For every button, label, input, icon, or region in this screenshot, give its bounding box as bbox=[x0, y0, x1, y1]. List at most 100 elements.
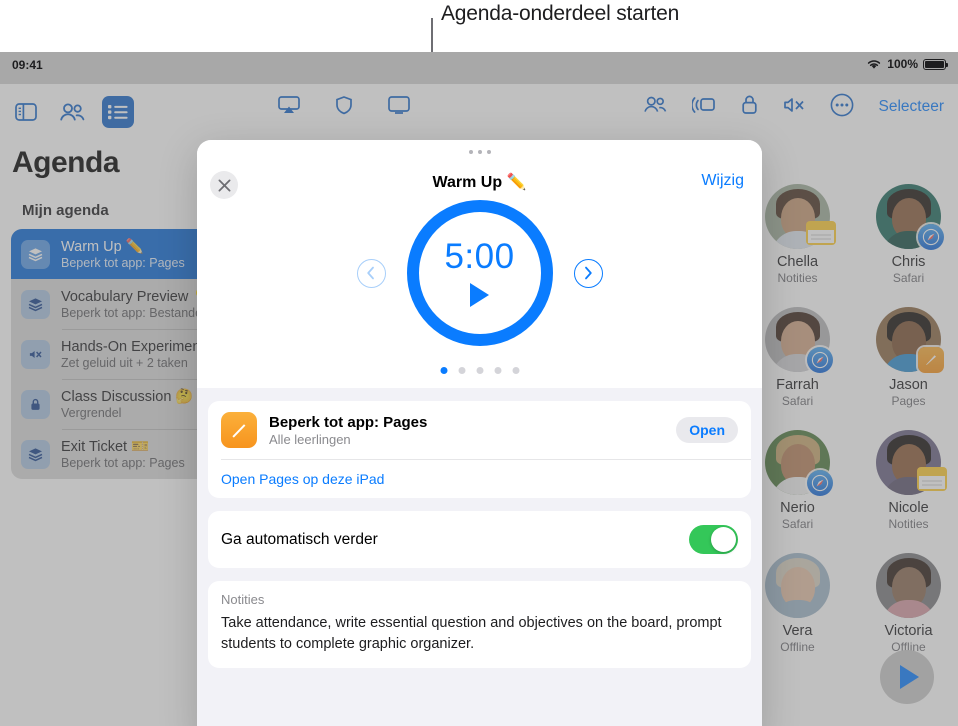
student-card-victoria[interactable]: Victoria Offline bbox=[859, 553, 958, 654]
student-card-nicole[interactable]: Nicole Notities bbox=[859, 430, 958, 531]
avatar-wrap bbox=[876, 184, 944, 250]
agenda-item-title: Warm Up ✏️ bbox=[61, 239, 144, 255]
play-button[interactable] bbox=[880, 650, 934, 704]
agenda-item-texts: Exit Ticket 🎫 Beperk tot app: Pages bbox=[61, 438, 185, 470]
sidebar-toggle-icon[interactable] bbox=[10, 96, 42, 128]
agenda-item-texts: Warm Up ✏️ Beperk tot app: Pages bbox=[61, 238, 185, 270]
student-card-vera[interactable]: Vera Offline bbox=[748, 553, 847, 654]
safari-icon bbox=[807, 470, 833, 496]
student-card-chris[interactable]: Chris Safari bbox=[859, 184, 958, 285]
sheet-header: Warm Up ✏️ Wijzig 5:00 bbox=[197, 140, 762, 388]
status-bar: 09:41 100% bbox=[0, 52, 958, 84]
student-card-chella[interactable]: Chella Notities bbox=[748, 184, 847, 285]
mute-icon[interactable] bbox=[783, 95, 805, 120]
student-grid: Chella Notities Chris Safari Farrah Safa… bbox=[748, 184, 958, 654]
pages-icon bbox=[918, 347, 944, 373]
edit-button[interactable]: Wijzig bbox=[701, 172, 744, 190]
student-name: Victoria bbox=[884, 623, 933, 639]
class-toolbar-left bbox=[278, 95, 410, 120]
notes-card[interactable]: Notities Take attendance, write essentia… bbox=[208, 581, 751, 669]
page-dots[interactable] bbox=[440, 367, 519, 374]
app-restriction-card: Beperk tot app: Pages Alle leerlingen Op… bbox=[208, 401, 751, 498]
open-button[interactable]: Open bbox=[676, 417, 738, 443]
app-restriction-subtitle: Alle leerlingen bbox=[269, 431, 351, 447]
notes-icon bbox=[806, 221, 836, 245]
agenda-item-subtitle: Vergrendel bbox=[61, 406, 122, 420]
broadcast-icon[interactable] bbox=[690, 96, 716, 119]
student-name: Chella bbox=[776, 254, 819, 270]
auto-advance-toggle[interactable] bbox=[689, 525, 738, 554]
student-status: Notities bbox=[777, 271, 818, 285]
chevron-right-icon[interactable] bbox=[573, 258, 603, 288]
agenda-list-icon[interactable] bbox=[102, 96, 134, 128]
class-people-icon[interactable] bbox=[56, 96, 88, 128]
student-card-jason[interactable]: Jason Pages bbox=[859, 307, 958, 408]
class-toolbar: Selecteer bbox=[258, 84, 958, 130]
agenda-item-subtitle: Beperk tot app: Pages bbox=[61, 456, 185, 470]
battery-percent-label: 100% bbox=[887, 57, 918, 71]
student-name: Nicole bbox=[888, 500, 929, 516]
student-status: Notities bbox=[888, 517, 929, 531]
student-status: Safari bbox=[781, 517, 814, 531]
sidebar-section-title: Mijn agenda bbox=[22, 202, 109, 219]
avatar-wrap bbox=[876, 430, 947, 495]
auto-advance-row: Ga automatisch verder bbox=[208, 511, 751, 568]
app-row: Beperk tot app: Pages Alle leerlingen Op… bbox=[208, 401, 751, 459]
page-title: Agenda bbox=[12, 146, 120, 179]
timer-ring[interactable]: 5:00 bbox=[406, 200, 553, 346]
student-name: Jason bbox=[889, 377, 928, 393]
pages-icon bbox=[221, 412, 257, 448]
student-status: Safari bbox=[892, 271, 925, 285]
sheet-grabber[interactable] bbox=[468, 150, 491, 154]
layers-icon bbox=[21, 239, 50, 269]
avatar-wrap bbox=[765, 430, 833, 496]
student-card-farrah[interactable]: Farrah Safari bbox=[748, 307, 847, 408]
screen-icon[interactable] bbox=[388, 95, 410, 119]
class-toolbar-right: Selecteer bbox=[643, 93, 944, 122]
agenda-item-detail-sheet: Warm Up ✏️ Wijzig 5:00 Beperk tot app: P… bbox=[197, 140, 762, 726]
agenda-item-subtitle: Beperk tot app: Pages bbox=[61, 256, 185, 270]
avatar-wrap bbox=[765, 184, 836, 249]
student-status: Safari bbox=[781, 394, 814, 408]
agenda-item-title: Exit Ticket 🎫 bbox=[61, 439, 150, 455]
avatar bbox=[765, 553, 830, 618]
screenshot-root: Agenda-onderdeel starten 09:41 100% Agen… bbox=[0, 0, 958, 726]
shield-icon[interactable] bbox=[334, 95, 354, 120]
safari-icon bbox=[807, 347, 833, 373]
lock-icon bbox=[21, 389, 50, 419]
safari-icon bbox=[918, 224, 944, 250]
open-app-link[interactable]: Open Pages op deze iPad bbox=[208, 460, 751, 498]
student-name: Farrah bbox=[776, 377, 819, 393]
auto-advance-card: Ga automatisch verder bbox=[208, 511, 751, 568]
layers-icon bbox=[21, 289, 50, 319]
student-status: Offline bbox=[780, 640, 815, 654]
avatar-wrap bbox=[876, 553, 941, 618]
notes-text: Take attendance, write essential questio… bbox=[221, 615, 722, 652]
chevron-left-icon[interactable] bbox=[356, 258, 386, 288]
timer-value: 5:00 bbox=[444, 237, 515, 276]
auto-advance-label: Ga automatisch verder bbox=[221, 530, 378, 548]
sheet-title: Warm Up ✏️ bbox=[432, 174, 527, 191]
agenda-item-title: Vocabulary Preview 💡 bbox=[61, 289, 211, 305]
play-icon[interactable] bbox=[470, 283, 489, 307]
timer-area: 5:00 bbox=[197, 200, 762, 346]
callout-label: Agenda-onderdeel starten bbox=[441, 2, 680, 25]
close-icon[interactable] bbox=[210, 171, 238, 199]
layers-icon bbox=[21, 439, 50, 469]
lock-icon[interactable] bbox=[741, 94, 758, 120]
app-restriction-title: Beperk tot app: Pages bbox=[269, 413, 428, 431]
mute-icon bbox=[21, 339, 50, 369]
status-bar-right: 100% bbox=[866, 57, 948, 71]
status-bar-time: 09:41 bbox=[12, 58, 43, 72]
people-icon[interactable] bbox=[643, 96, 667, 118]
avatar-wrap bbox=[765, 307, 833, 373]
select-button[interactable]: Selecteer bbox=[879, 98, 944, 116]
ipad-screen: 09:41 100% Agenda Mijn agenda Warm Up ✏️… bbox=[0, 52, 958, 726]
student-card-nerio[interactable]: Nerio Safari bbox=[748, 430, 847, 531]
student-name: Vera bbox=[782, 623, 813, 639]
avatar-wrap bbox=[876, 307, 944, 373]
agenda-item-subtitle: Beperk tot app: Bestanden · bbox=[61, 306, 217, 320]
sidebar-toolbar bbox=[10, 96, 134, 128]
more-icon[interactable] bbox=[830, 93, 854, 122]
airplay-icon[interactable] bbox=[278, 95, 300, 119]
